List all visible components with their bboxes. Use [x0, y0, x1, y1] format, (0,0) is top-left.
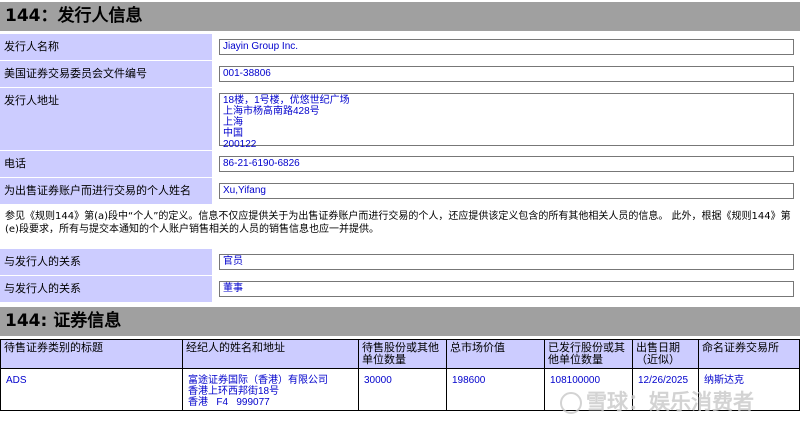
sec-file-number-label: 美国证券交易委员会文件编号 — [0, 61, 212, 87]
broker-line: 富途证券国际（香港）有限公司 — [188, 375, 328, 386]
relationship-field[interactable]: 官员 — [219, 254, 794, 270]
class-title-cell[interactable]: ADS — [0, 368, 183, 411]
phone-label: 电话 — [0, 151, 212, 177]
address-line: 18楼，1号楼，优悠世纪广场 — [223, 95, 350, 106]
column-header: 待售证券类别的标题 — [0, 339, 183, 369]
column-header: 已发行股份或其他单位数量 — [544, 339, 633, 369]
column-header: 经纪人的姓名和地址 — [182, 339, 359, 369]
seller-name-label: 为出售证券账户而进行交易的个人姓名 — [0, 178, 212, 204]
relationship-field[interactable]: 董事 — [219, 281, 794, 297]
person-definition-note: 参见《规则144》第(a)段中“个人”的定义。信息不仅应提供关于为出售证券账户而… — [5, 211, 791, 235]
relationship-label: 与发行人的关系 — [0, 249, 212, 275]
broker-cell[interactable]: 富途证券国际（香港）有限公司 香港上环西邦街18号 香港 F4 999077 — [182, 368, 359, 411]
broker-line: 香港上环西邦街18号 — [188, 386, 280, 397]
issuer-name-label: 发行人名称 — [0, 34, 212, 60]
relationship-label: 与发行人的关系 — [0, 276, 212, 302]
seller-name-field[interactable]: Xu,Yifang — [219, 183, 794, 199]
issuer-address-label: 发行人地址 — [0, 88, 212, 150]
address-line: 200122 — [223, 139, 257, 150]
issuer-address-field[interactable]: 18楼，1号楼，优悠世纪广场 上海市杨高南路428号 上海 中国 200122 — [219, 93, 794, 150]
issuer-section-header: 144：发行人信息 — [0, 2, 800, 31]
address-line: 上海 — [223, 117, 243, 128]
column-header: 待售股份或其他单位数量 — [358, 339, 447, 369]
column-header: 出售日期（近似） — [632, 339, 699, 369]
phone-field[interactable]: 86-21-6190-6826 — [219, 156, 794, 172]
units-to-sell-cell[interactable]: 30000 — [358, 368, 447, 411]
column-header: 总市场价值 — [446, 339, 545, 369]
address-line: 中国 — [223, 128, 243, 139]
sec-file-number-field[interactable]: 001-38806 — [219, 66, 794, 82]
broker-line: 香港 F4 999077 — [188, 397, 270, 408]
market-value-cell[interactable]: 198600 — [446, 368, 545, 411]
watermark: 雪球：娱乐消费者 — [560, 386, 754, 416]
securities-section-header: 144: 证券信息 — [0, 307, 800, 336]
address-line: 上海市杨高南路428号 — [223, 106, 320, 117]
watermark-text: 雪球：娱乐消费者 — [586, 390, 754, 414]
issuer-name-field[interactable]: Jiayin Group Inc. — [219, 39, 794, 55]
column-header: 命名证券交易所 — [698, 339, 800, 369]
table-header-row: 待售证券类别的标题 经纪人的姓名和地址 待售股份或其他单位数量 总市场价值 已发… — [0, 339, 800, 369]
snowball-logo-icon — [560, 392, 582, 414]
